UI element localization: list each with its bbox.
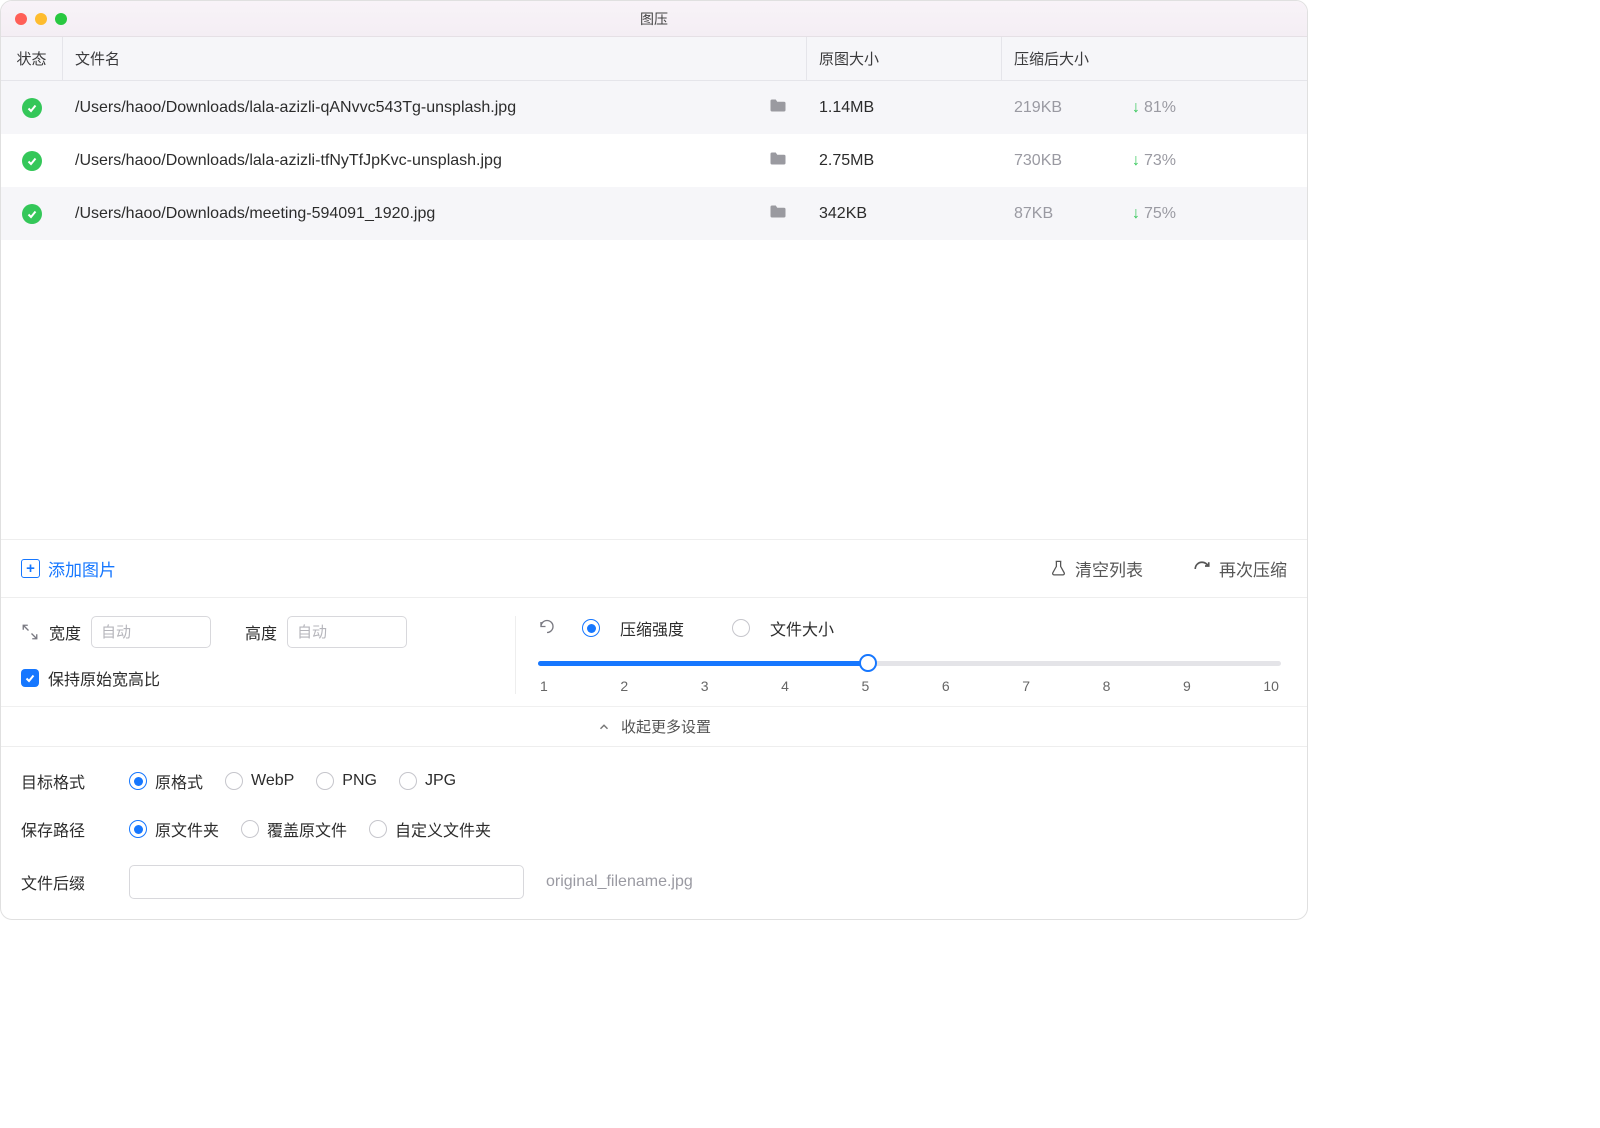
reduction-percent: 73%: [1144, 152, 1176, 170]
file-size-label: 文件大小: [770, 616, 834, 640]
arrow-down-icon: ↓: [1132, 205, 1140, 223]
file-path: /Users/haoo/Downloads/meeting-594091_192…: [75, 205, 759, 223]
table-row[interactable]: /Users/haoo/Downloads/lala-azizli-tfNyTf…: [1, 134, 1307, 187]
save-original-folder-radio[interactable]: [129, 820, 147, 838]
file-path: /Users/haoo/Downloads/lala-azizli-tfNyTf…: [75, 152, 759, 170]
table-row[interactable]: /Users/haoo/Downloads/lala-azizli-qANvvc…: [1, 81, 1307, 134]
collapse-label: 收起更多设置: [621, 716, 711, 737]
format-original-radio[interactable]: [129, 772, 147, 790]
header-status: 状态: [1, 37, 63, 80]
slider-thumb[interactable]: [859, 654, 877, 672]
plus-icon: +: [21, 559, 40, 578]
height-input[interactable]: [287, 616, 407, 648]
format-png-label: PNG: [342, 772, 377, 790]
add-image-label: 添加图片: [48, 556, 116, 581]
refresh-icon: [1193, 560, 1211, 578]
status-check-icon: [22, 98, 42, 118]
clear-list-label: 清空列表: [1075, 556, 1143, 581]
compression-strength-label: 压缩强度: [620, 616, 684, 640]
save-custom-folder-label: 自定义文件夹: [395, 817, 491, 841]
format-png-radio[interactable]: [316, 772, 334, 790]
original-size: 1.14MB: [807, 99, 1002, 117]
format-webp-label: WebP: [251, 772, 294, 790]
header-filename: 文件名: [63, 37, 807, 80]
empty-area: [1, 240, 1307, 539]
file-size-radio[interactable]: [732, 619, 750, 637]
open-folder-icon[interactable]: [769, 204, 787, 224]
file-suffix-label: 文件后缀: [21, 870, 107, 894]
keep-ratio-checkbox[interactable]: [21, 669, 39, 687]
chevron-up-icon: [597, 720, 611, 734]
strength-slider[interactable]: [538, 654, 1281, 672]
toolbar: + 添加图片 清空列表 再次压缩: [1, 539, 1307, 597]
reduction-percent: 81%: [1144, 99, 1176, 117]
target-format-label: 目标格式: [21, 769, 107, 793]
compression-strength-radio[interactable]: [582, 619, 600, 637]
format-original-label: 原格式: [155, 769, 203, 793]
save-overwrite-label: 覆盖原文件: [267, 817, 347, 841]
flask-icon: [1050, 560, 1067, 577]
table-header: 状态 文件名 原图大小 压缩后大小: [1, 37, 1307, 81]
compress-again-button[interactable]: 再次压缩: [1193, 556, 1287, 581]
save-path-label: 保存路径: [21, 817, 107, 841]
height-label: 高度: [245, 620, 277, 644]
open-folder-icon[interactable]: [769, 98, 787, 118]
format-jpg-radio[interactable]: [399, 772, 417, 790]
add-image-button[interactable]: + 添加图片: [21, 556, 116, 581]
save-overwrite-radio[interactable]: [241, 820, 259, 838]
clear-list-button[interactable]: 清空列表: [1050, 556, 1143, 581]
save-original-folder-label: 原文件夹: [155, 817, 219, 841]
suffix-hint: original_filename.jpg: [546, 873, 693, 891]
compressed-size: 87KB: [1014, 205, 1084, 223]
file-list: /Users/haoo/Downloads/lala-azizli-qANvvc…: [1, 81, 1307, 240]
status-check-icon: [22, 151, 42, 171]
header-compressed-size: 压缩后大小: [1002, 37, 1307, 80]
status-check-icon: [22, 204, 42, 224]
reset-icon[interactable]: [538, 619, 556, 637]
arrow-down-icon: ↓: [1132, 99, 1140, 117]
collapse-settings-button[interactable]: 收起更多设置: [1, 706, 1307, 746]
app-title: 图压: [1, 9, 1307, 29]
file-path: /Users/haoo/Downloads/lala-azizli-qANvvc…: [75, 99, 759, 117]
reduction-percent: 75%: [1144, 205, 1176, 223]
compressed-size: 219KB: [1014, 99, 1084, 117]
compressed-size: 730KB: [1014, 152, 1084, 170]
save-custom-folder-radio[interactable]: [369, 820, 387, 838]
open-folder-icon[interactable]: [769, 151, 787, 171]
titlebar: 图压: [1, 1, 1307, 37]
file-suffix-input[interactable]: [129, 865, 524, 899]
format-jpg-label: JPG: [425, 772, 456, 790]
compress-again-label: 再次压缩: [1219, 556, 1287, 581]
expand-icon: [21, 623, 39, 641]
original-size: 342KB: [807, 205, 1002, 223]
arrow-down-icon: ↓: [1132, 152, 1140, 170]
width-label: 宽度: [49, 620, 81, 644]
width-input[interactable]: [91, 616, 211, 648]
format-webp-radio[interactable]: [225, 772, 243, 790]
table-row[interactable]: /Users/haoo/Downloads/meeting-594091_192…: [1, 187, 1307, 240]
slider-ticks: 1 2 3 4 5 6 7 8 9 10: [538, 678, 1281, 694]
header-original-size: 原图大小: [807, 37, 1002, 80]
original-size: 2.75MB: [807, 152, 1002, 170]
keep-ratio-label: 保持原始宽高比: [48, 666, 160, 690]
